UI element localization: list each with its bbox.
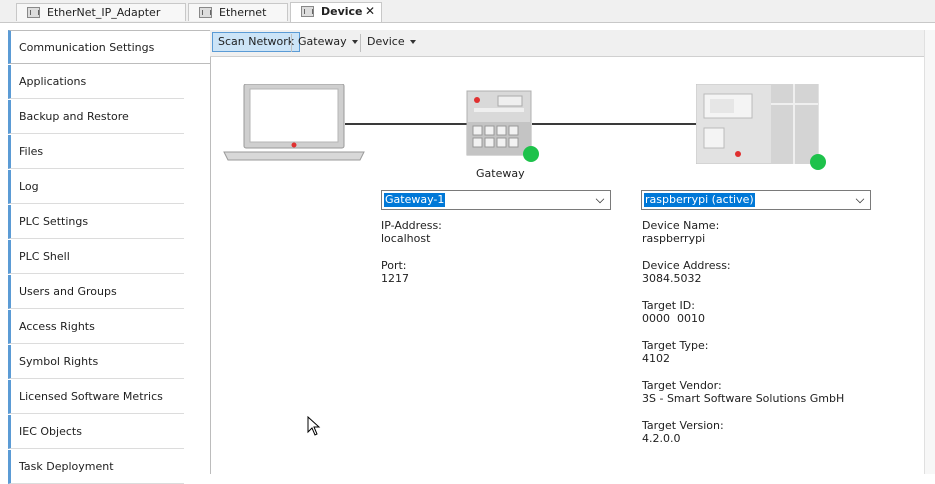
port-value: 1217 <box>381 272 409 285</box>
device-tab-icon <box>199 7 212 18</box>
sidebar-item-backup-and-restore[interactable]: Backup and Restore <box>8 100 184 134</box>
device-address-label: Device Address: <box>642 259 731 272</box>
gateway-info: IP-Address: localhost Port: 1217 <box>381 219 442 299</box>
caret-down-icon <box>409 40 416 44</box>
vertical-scrollbar[interactable] <box>924 30 935 474</box>
sidebar-item-users-and-groups[interactable]: Users and Groups <box>8 275 184 309</box>
connection-line <box>532 123 698 125</box>
gateway-device-icon <box>466 90 532 156</box>
target-vendor-value: 3S - Smart Software Solutions GmbH <box>642 392 845 405</box>
tab-label: Ethernet <box>219 6 267 19</box>
sidebar-item-applications[interactable]: Applications <box>8 65 184 99</box>
editor-tab-bar: EtherNet_IP_Adapter Ethernet Device ✕ <box>0 0 935 23</box>
target-type-label: Target Type: <box>642 339 709 352</box>
tab-label: EtherNet_IP_Adapter <box>47 6 161 19</box>
toolbar-separator <box>291 34 292 52</box>
device-status-icon <box>810 154 826 170</box>
gateway-select[interactable]: Gateway-1 <box>381 190 611 210</box>
target-id-value: 0000 0010 <box>642 312 705 325</box>
sidebar-item-access-rights[interactable]: Access Rights <box>8 310 184 344</box>
gateway-select-value: Gateway-1 <box>384 193 446 207</box>
plc-device-icon <box>696 84 819 164</box>
sidebar-item-task-deployment[interactable]: Task Deployment <box>8 450 184 484</box>
device-name-value: raspberrypi <box>642 232 706 245</box>
device-select-value: raspberrypi (active) <box>644 193 755 207</box>
sidebar-item-files[interactable]: Files <box>8 135 184 169</box>
sidebar-item-communication-settings[interactable]: Communication Settings <box>8 30 210 64</box>
device-menu-button[interactable]: Device <box>362 32 421 52</box>
sidebar-item-plc-shell[interactable]: PLC Shell <box>8 240 184 274</box>
device-tab-icon <box>301 6 314 17</box>
tab-device[interactable]: Device ✕ <box>290 2 382 22</box>
tab-label: Device <box>321 5 363 18</box>
device-tab-icon <box>27 7 40 18</box>
target-id-label: Target ID: <box>642 299 695 312</box>
communication-toolbar: Scan Network Gateway Device <box>210 30 925 57</box>
device-editor-sidebar: Communication Settings Applications Back… <box>8 30 211 484</box>
gateway-menu-button[interactable]: Gateway <box>293 32 363 52</box>
sidebar-item-licensed-software-metrics[interactable]: Licensed Software Metrics <box>8 380 184 414</box>
device-address-value: 3084.5032 <box>642 272 702 285</box>
target-type-value: 4102 <box>642 352 670 365</box>
toolbar-separator <box>360 34 361 52</box>
device-select[interactable]: raspberrypi (active) <box>641 190 871 210</box>
caret-down-icon <box>351 40 358 44</box>
tab-ethernet-ip-adapter[interactable]: EtherNet_IP_Adapter <box>16 3 186 21</box>
mouse-cursor-icon <box>307 416 321 436</box>
ip-address-label: IP-Address: <box>381 219 442 232</box>
chevron-down-icon <box>855 194 865 204</box>
sidebar-item-log[interactable]: Log <box>8 170 184 204</box>
tab-ethernet[interactable]: Ethernet <box>188 3 288 21</box>
target-vendor-label: Target Vendor: <box>642 379 722 392</box>
close-tab-icon[interactable]: ✕ <box>365 3 375 20</box>
gateway-caption: Gateway <box>476 167 525 180</box>
device-menu-label: Device <box>367 35 405 48</box>
gateway-status-icon <box>523 146 539 162</box>
laptop-icon <box>223 84 365 161</box>
sidebar-item-iec-objects[interactable]: IEC Objects <box>8 415 184 449</box>
scan-network-button[interactable]: Scan Network <box>212 32 301 52</box>
sidebar-item-plc-settings[interactable]: PLC Settings <box>8 205 184 239</box>
device-info: Device Name: raspberrypi Device Address:… <box>642 219 844 459</box>
sidebar-item-symbol-rights[interactable]: Symbol Rights <box>8 345 184 379</box>
ip-address-value: localhost <box>381 232 431 245</box>
target-version-value: 4.2.0.0 <box>642 432 681 445</box>
target-version-label: Target Version: <box>642 419 724 432</box>
device-name-label: Device Name: <box>642 219 720 232</box>
gateway-menu-label: Gateway <box>298 35 347 48</box>
port-label: Port: <box>381 259 407 272</box>
chevron-down-icon <box>595 194 605 204</box>
